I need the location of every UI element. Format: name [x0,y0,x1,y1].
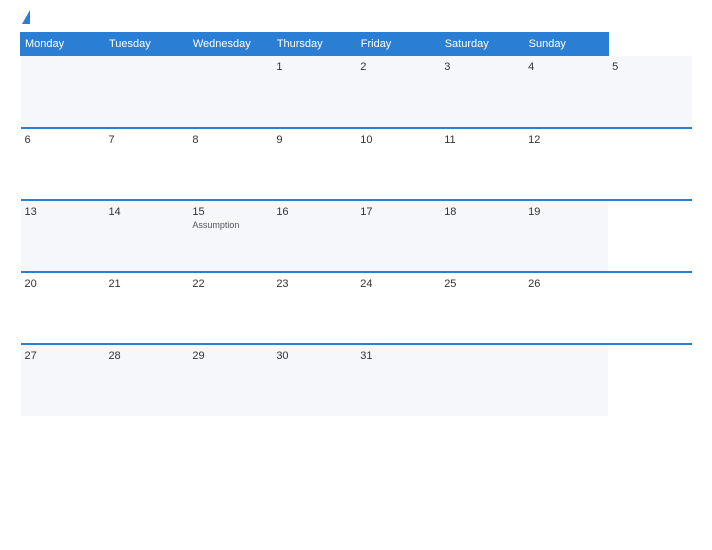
calendar-cell [440,344,524,416]
logo-triangle-icon [22,10,30,24]
calendar-cell [104,56,188,128]
calendar-cell: 2 [356,56,440,128]
calendar-cell: 29 [188,344,272,416]
calendar-cell: 7 [104,128,188,200]
weekday-row: MondayTuesdayWednesdayThursdayFridaySatu… [21,33,693,56]
calendar-cell: 19 [524,200,608,272]
calendar-header: MondayTuesdayWednesdayThursdayFridaySatu… [21,33,693,56]
week-row-3: 13 14 15 Assumption 16 17 18 19 [21,200,693,272]
day-number: 16 [276,206,352,218]
day-number: 28 [108,350,184,362]
day-number: 6 [25,134,101,146]
weekday-header-friday: Friday [356,33,440,56]
day-number: 19 [528,206,604,218]
calendar-table: MondayTuesdayWednesdayThursdayFridaySatu… [20,32,692,416]
calendar-cell: 1 [272,56,356,128]
day-number: 23 [276,278,352,290]
day-number: 31 [360,350,436,362]
weekday-header-tuesday: Tuesday [104,33,188,56]
calendar-cell: 31 [356,344,440,416]
day-number: 13 [25,206,101,218]
day-number: 20 [25,278,101,290]
calendar-cell [188,56,272,128]
day-number: 9 [276,134,352,146]
calendar-cell: 3 [440,56,524,128]
day-number: 17 [360,206,436,218]
calendar-cell: 11 [440,128,524,200]
day-number: 14 [108,206,184,218]
calendar-cell [21,56,105,128]
calendar-cell: 5 [608,56,692,128]
calendar-cell: 22 [188,272,272,344]
day-number: 11 [444,134,520,146]
day-number: 25 [444,278,520,290]
holiday-label: Assumption [192,220,268,230]
calendar-body: 123456789101112131415Assumption161718192… [21,56,693,416]
week-row-4: 20 21 22 23 24 25 26 [21,272,693,344]
day-number: 22 [192,278,268,290]
day-number: 24 [360,278,436,290]
calendar-cell: 14 [104,200,188,272]
weekday-header-saturday: Saturday [440,33,524,56]
day-number: 29 [192,350,268,362]
day-number: 27 [25,350,101,362]
day-number: 3 [444,61,520,73]
day-number: 7 [108,134,184,146]
calendar-cell: 12 [524,128,608,200]
week-row-2: 6789 10 11 12 [21,128,693,200]
day-number: 12 [528,134,604,146]
calendar-cell: 13 [21,200,105,272]
weekday-header-thursday: Thursday [272,33,356,56]
day-number: 2 [360,61,436,73]
calendar-cell: 24 [356,272,440,344]
calendar-cell [524,344,608,416]
weekday-header-wednesday: Wednesday [188,33,272,56]
calendar-cell: 17 [356,200,440,272]
day-number: 8 [192,134,268,146]
weekday-header-sunday: Sunday [524,33,608,56]
page-header [20,10,692,26]
calendar-cell: 9 [272,128,356,200]
calendar-cell: 23 [272,272,356,344]
day-number: 15 [192,206,268,218]
calendar-cell: 10 [356,128,440,200]
day-number: 10 [360,134,436,146]
week-row-5: 27 28 29 30 31 [21,344,693,416]
day-number: 26 [528,278,604,290]
week-row-1: 12345 [21,56,693,128]
calendar-cell: 30 [272,344,356,416]
day-number: 30 [276,350,352,362]
day-number: 4 [528,61,604,73]
day-number: 1 [276,61,352,73]
calendar-cell: 21 [104,272,188,344]
calendar-cell: 6 [21,128,105,200]
calendar-cell: 16 [272,200,356,272]
calendar-cell: 18 [440,200,524,272]
calendar-cell: 26 [524,272,608,344]
logo [20,10,34,26]
calendar-cell: 28 [104,344,188,416]
calendar-cell: 15 Assumption [188,200,272,272]
calendar-cell: 25 [440,272,524,344]
calendar-cell: 20 [21,272,105,344]
calendar-cell: 4 [524,56,608,128]
day-number: 21 [108,278,184,290]
calendar-cell: 8 [188,128,272,200]
weekday-header-monday: Monday [21,33,105,56]
day-number: 18 [444,206,520,218]
logo-icon [20,10,30,26]
day-number: 5 [612,61,688,73]
calendar-cell: 27 [21,344,105,416]
